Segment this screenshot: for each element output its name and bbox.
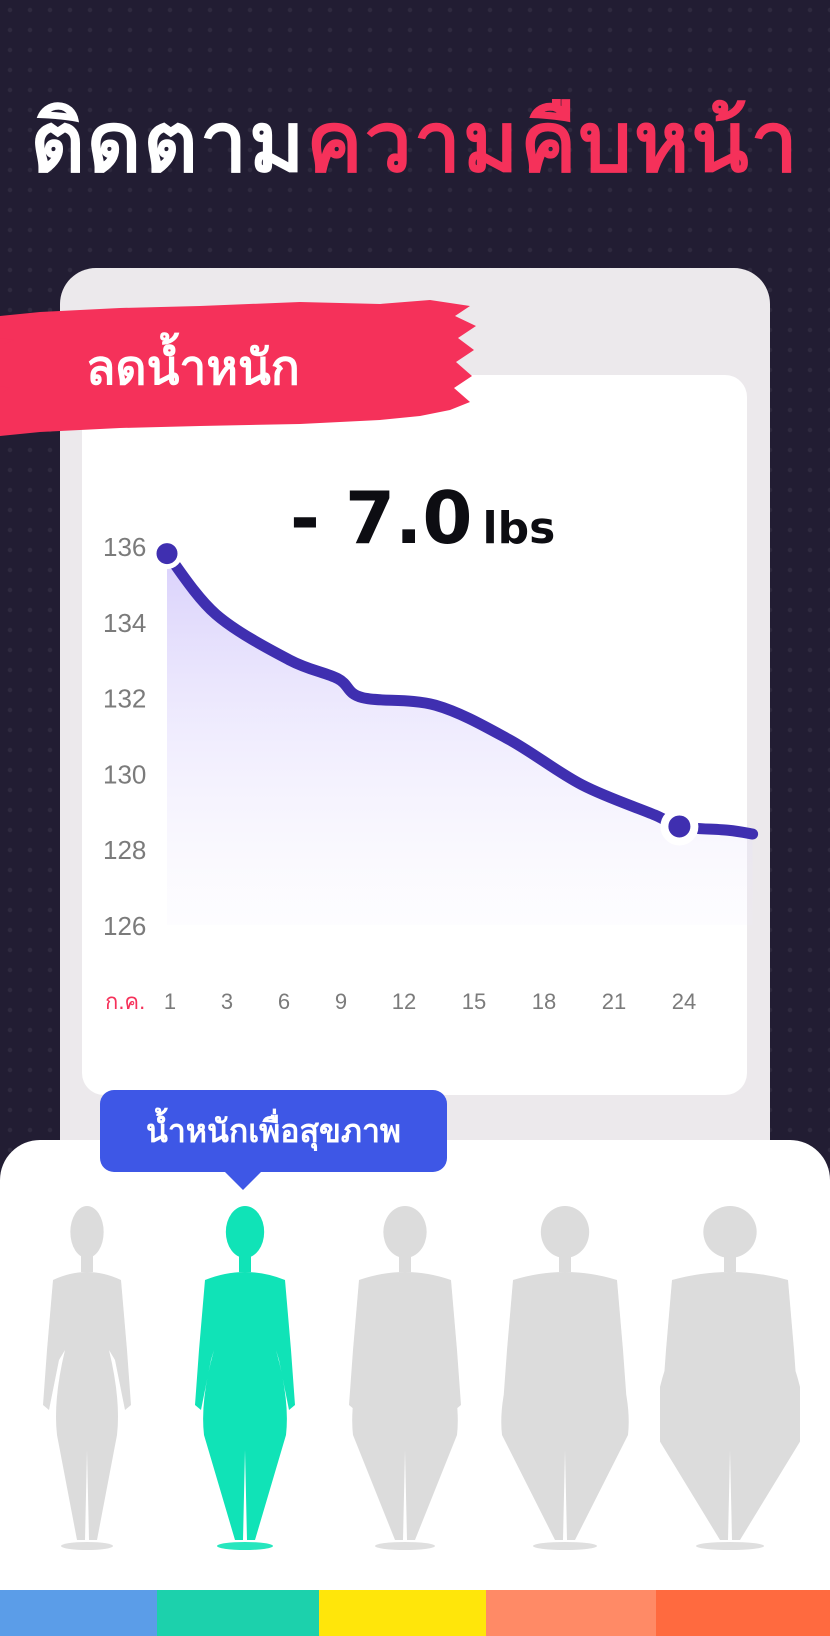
chart-point-marker — [151, 538, 183, 570]
x-tick-label: 9 — [335, 989, 347, 1014]
weight-chart: 136134132130128126 ก.ค. 1 3 6 9 12 15 18 21 24 — [103, 532, 759, 1014]
x-month-label: ก.ค. — [105, 989, 145, 1014]
body-type-figure[interactable] — [500, 1200, 630, 1550]
body-type-figure[interactable] — [32, 1200, 142, 1550]
body-type-figure[interactable] — [345, 1200, 465, 1550]
x-tick-label: 6 — [278, 989, 290, 1014]
x-tick-label: 12 — [392, 989, 416, 1014]
x-tick-label: 21 — [602, 989, 626, 1014]
y-tick-label: 134 — [103, 608, 146, 638]
body-type-figure[interactable] — [655, 1200, 805, 1550]
x-tick-label: 3 — [221, 989, 233, 1014]
x-tick-label: 18 — [532, 989, 556, 1014]
x-tick-label: 24 — [672, 989, 696, 1014]
color-strip-segment — [157, 1590, 319, 1636]
color-strip — [0, 1590, 830, 1636]
y-tick-label: 136 — [103, 532, 146, 562]
tooltip-pointer — [223, 1170, 263, 1190]
x-tick-label: 15 — [462, 989, 486, 1014]
chart-point-marker — [660, 807, 699, 846]
x-tick-label: 1 — [164, 989, 176, 1014]
body-type-figure-selected[interactable] — [185, 1200, 305, 1550]
color-strip-segment — [319, 1590, 486, 1636]
y-tick-label: 128 — [103, 835, 146, 865]
color-strip-segment — [656, 1590, 830, 1636]
y-tick-label: 132 — [103, 684, 146, 714]
color-strip-segment — [0, 1590, 157, 1636]
y-tick-label: 126 — [103, 911, 146, 941]
chart-area-fill — [167, 553, 753, 925]
body-type-tooltip: น้ำหนักเพื่อสุขภาพ — [100, 1090, 447, 1172]
y-tick-label: 130 — [103, 759, 146, 789]
color-strip-segment — [486, 1590, 656, 1636]
